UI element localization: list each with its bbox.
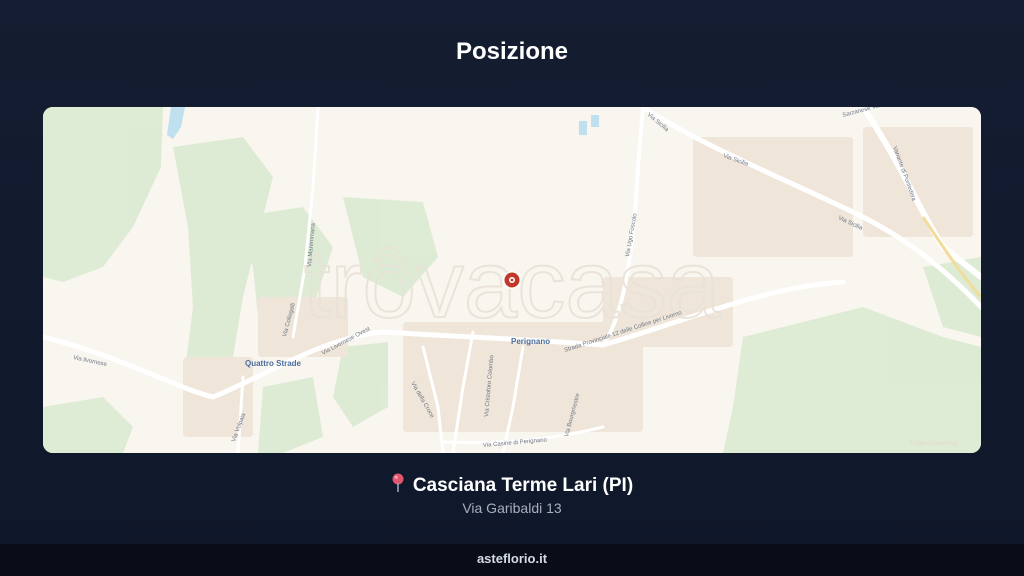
location-name-text: Casciana Terme Lari (PI) (412, 475, 634, 497)
footer: asteflorio.it (0, 544, 1024, 576)
location-marker-icon[interactable] (503, 271, 521, 289)
pin-icon (391, 473, 405, 499)
location-name: Casciana Terme Lari (PI) (0, 473, 1024, 499)
label-quattro-strade: Quattro Strade (245, 359, 302, 368)
map-view[interactable]: trôvacasa Quattro Strade Perignano Via l… (43, 107, 981, 453)
label-perignano: Perignano (511, 337, 550, 346)
page-title: Posizione (455, 38, 569, 65)
map-attribution: © OpenStreetMap (909, 440, 958, 447)
location-address: Via Garibaldi 13 (462, 500, 562, 516)
footer-site-link[interactable]: asteflorio.it (477, 551, 547, 566)
